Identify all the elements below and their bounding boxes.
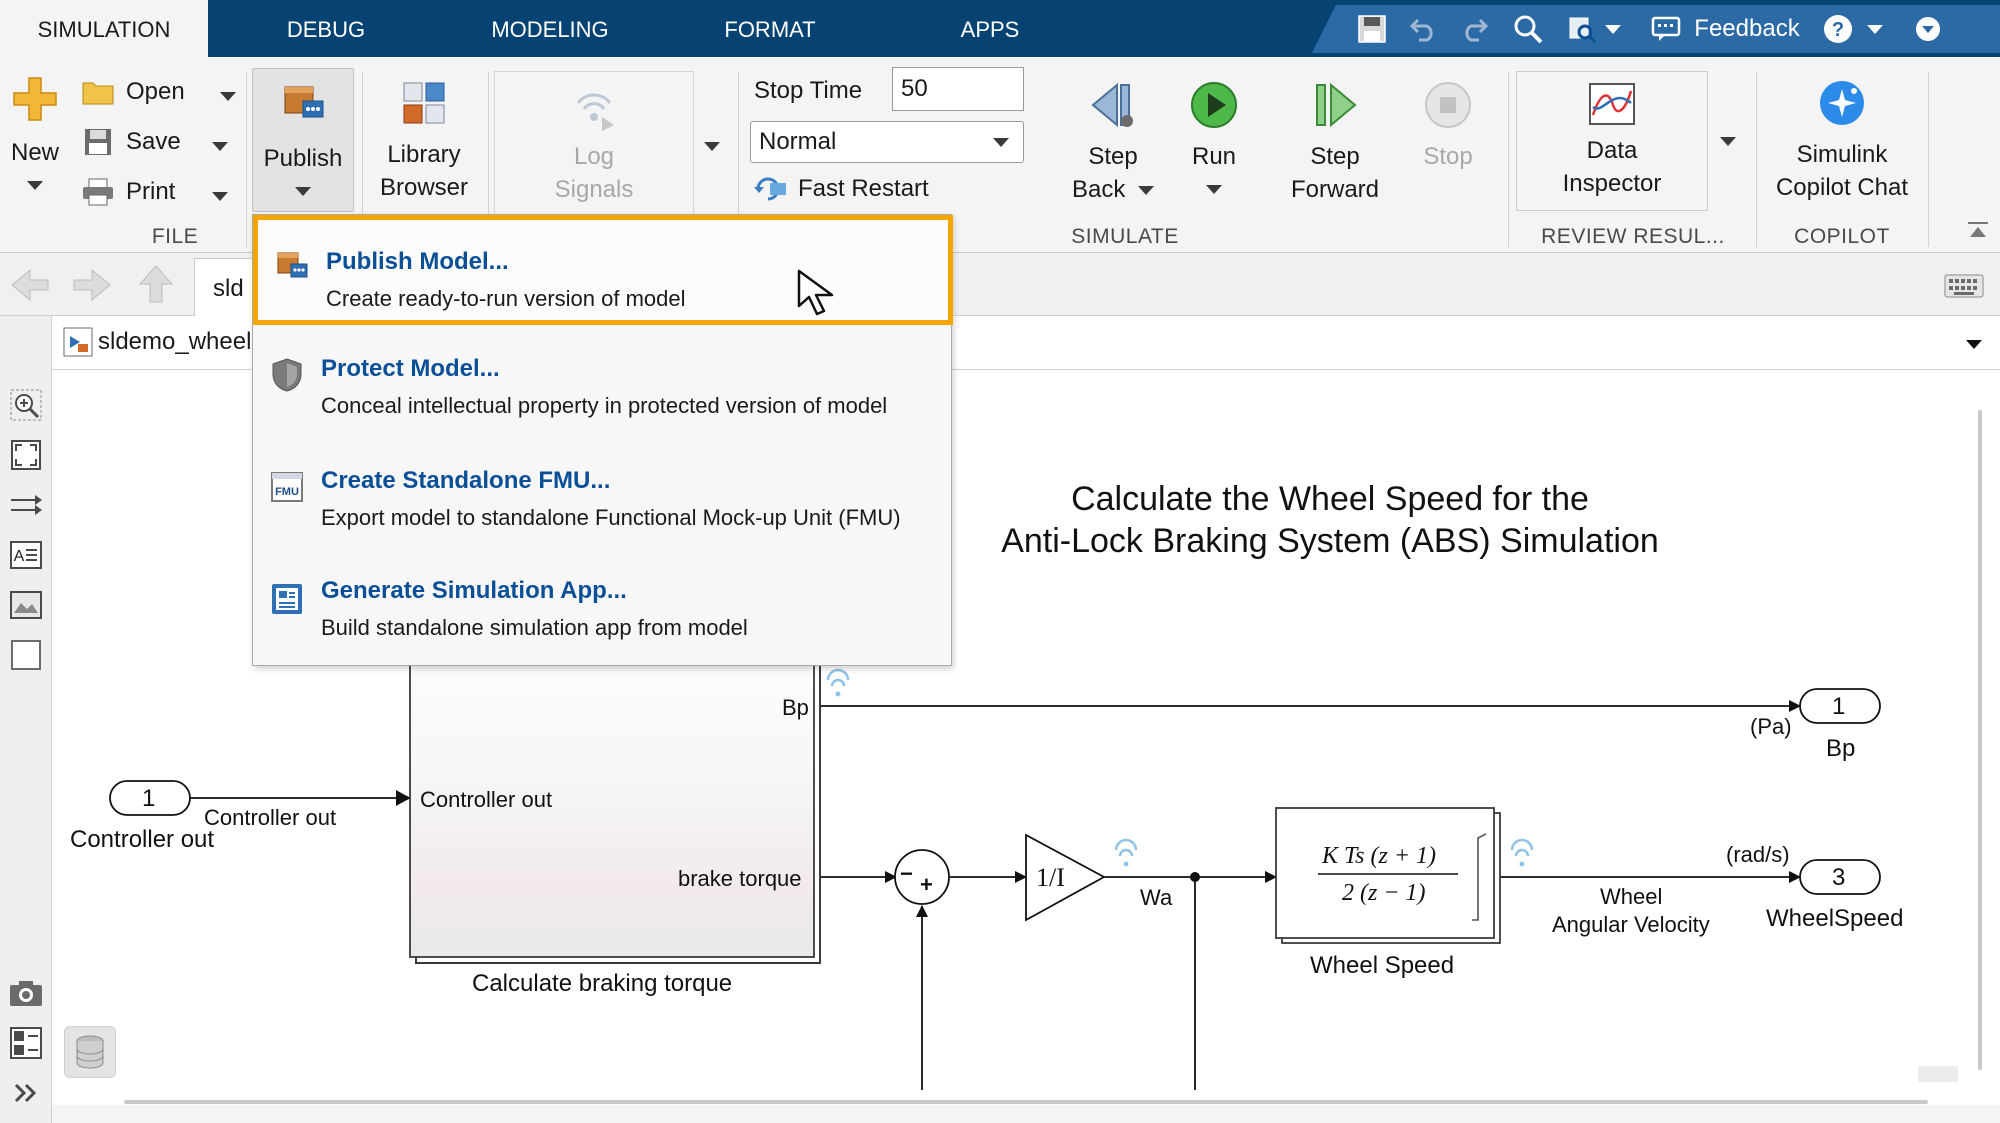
sum-minus-sign: − (900, 861, 913, 886)
sum-plus-sign: + (920, 872, 933, 897)
tf-numerator: K Ts (z + 1) (1322, 843, 1437, 869)
outport-1-number: 1 (1832, 693, 1846, 720)
wheel-signal-label-line-1: Wheel (1600, 884, 1663, 909)
diagram-title-line-1: Calculate the Wheel Speed for the (1071, 480, 1589, 518)
outport-1-unit: (Pa) (1750, 714, 1792, 739)
publish-icon (274, 248, 310, 284)
menu-item-description: Conceal intellectual property in protect… (321, 393, 888, 418)
subsystem-input-port-label: Controller out (420, 787, 553, 812)
svg-text:FMU: FMU (275, 486, 299, 498)
wa-signal-label: Wa (1140, 885, 1173, 910)
gain-label: 1/I (1036, 863, 1065, 892)
mouse-cursor-icon (796, 268, 844, 323)
subsystem-name[interactable]: Calculate braking torque (472, 970, 732, 998)
tf-block-name[interactable]: Wheel Speed (1310, 952, 1454, 980)
diagram-title-line-2: Anti-Lock Braking System (ABS) Simulatio… (1001, 522, 1659, 560)
publish-dropdown-menu: Publish Model... Create ready-to-run ver… (252, 214, 953, 666)
outport-3-unit: (rad/s) (1726, 842, 1790, 867)
wheel-signal-label-line-2: Angular Velocity (1552, 912, 1710, 937)
menu-item-create-standalone-fmu[interactable]: FMU Create Standalone FMU... Export mode… (253, 439, 953, 549)
fmu-icon: FMU (269, 469, 305, 505)
resize-grip[interactable] (1918, 1066, 1958, 1082)
menu-item-protect-model[interactable]: Protect Model... Conceal intellectual pr… (253, 327, 953, 437)
subsystem-bp-port-label: Bp (782, 695, 809, 720)
menu-item-description: Create ready-to-run version of model (326, 286, 686, 311)
menu-item-title: Publish Model... (326, 248, 509, 275)
menu-item-generate-simulation-app[interactable]: Generate Simulation App... Build standal… (253, 551, 953, 661)
shield-icon (269, 357, 305, 393)
menu-item-title: Protect Model... (321, 355, 500, 382)
outport-3-number: 3 (1832, 864, 1846, 891)
subsystem-torque-port-label: brake torque (678, 866, 802, 891)
menu-item-description: Build standalone simulation app from mod… (321, 615, 748, 640)
menu-item-title: Generate Simulation App... (321, 577, 627, 604)
menu-item-description: Export model to standalone Functional Mo… (321, 505, 901, 530)
inport-1-signal-label: Controller out (204, 805, 337, 830)
outport-3-name[interactable]: WheelSpeed (1766, 905, 1903, 933)
outport-1-name[interactable]: Bp (1826, 735, 1855, 763)
inport-1-number: 1 (142, 785, 156, 812)
database-icon (76, 1035, 104, 1069)
inport-1-name[interactable]: Controller out (70, 826, 214, 854)
tf-denominator: 2 (z − 1) (1342, 880, 1426, 906)
model-data-editor-button[interactable] (64, 1026, 116, 1078)
vertical-scrollbar[interactable] (1978, 410, 1982, 1070)
menu-item-publish-model[interactable]: Publish Model... Create ready-to-run ver… (253, 215, 953, 325)
horizontal-scrollbar[interactable] (124, 1100, 1928, 1104)
app-icon (269, 581, 305, 617)
diagram-title: Calculate the Wheel Speed for the Anti-L… (930, 478, 1730, 562)
simulink-window: SIMULATION DEBUG MODELING FORMAT APPS Fe… (0, 0, 2000, 1123)
menu-item-title: Create Standalone FMU... (321, 467, 611, 494)
